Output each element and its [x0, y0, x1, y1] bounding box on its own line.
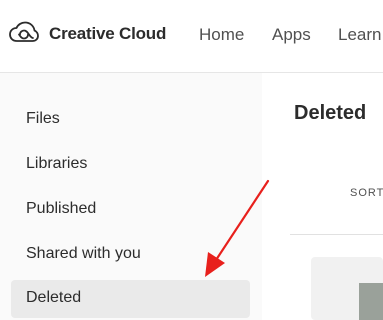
brand-name[interactable]: Creative Cloud [49, 24, 166, 44]
divider [290, 234, 383, 235]
sidebar-item-shared-with-you[interactable]: Shared with you [11, 236, 250, 274]
deleted-item-card[interactable] [311, 257, 383, 320]
sidebar-item-label: Shared with you [26, 245, 141, 262]
nav-home[interactable]: Home [199, 25, 244, 45]
nav-apps[interactable]: Apps [272, 25, 311, 45]
item-thumbnail [359, 283, 383, 320]
sidebar-item-deleted[interactable]: Deleted [11, 280, 250, 318]
sidebar-item-files[interactable]: Files [11, 101, 250, 139]
sidebar-item-label: Published [26, 200, 97, 217]
app-window: Creative Cloud Home Apps Learn Files Lib… [0, 0, 383, 320]
page-title: Deleted [294, 102, 367, 124]
sidebar-item-label: Libraries [26, 155, 88, 172]
top-navigation-bar: Creative Cloud Home Apps Learn [0, 0, 383, 73]
sidebar-item-libraries[interactable]: Libraries [11, 146, 250, 184]
main-content: Deleted SORT [262, 73, 383, 320]
nav-learn[interactable]: Learn [338, 25, 381, 45]
sidebar-item-label: Files [26, 110, 60, 127]
sort-button[interactable]: SORT [350, 187, 383, 199]
sidebar-item-published[interactable]: Published [11, 191, 250, 229]
creative-cloud-logo-icon[interactable] [9, 21, 39, 45]
sidebar-item-label: Deleted [26, 289, 82, 306]
sidebar: Files Libraries Published Shared with yo… [0, 73, 262, 320]
